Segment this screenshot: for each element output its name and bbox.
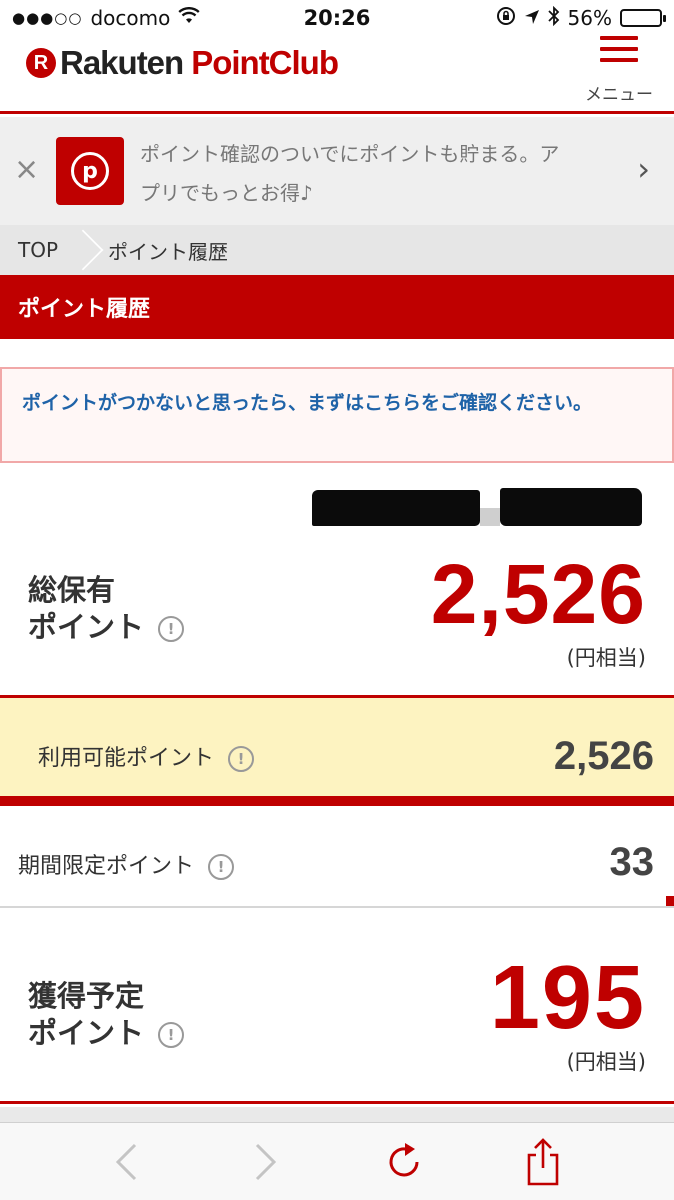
reload-icon[interactable] — [380, 1137, 430, 1187]
expected-points-unit: (円相当) — [566, 1050, 646, 1074]
share-icon[interactable] — [518, 1137, 568, 1187]
browser-toolbar — [0, 1122, 674, 1200]
chevron-right-icon[interactable]: › — [637, 153, 650, 185]
info-icon[interactable]: ! — [208, 854, 235, 880]
usable-points-label: 利用可能ポイント! — [38, 740, 255, 772]
wifi-icon — [178, 6, 200, 30]
back-icon[interactable] — [102, 1137, 152, 1187]
site-header: R Rakuten PointClub メニュー — [0, 36, 674, 114]
row-marker — [666, 896, 674, 906]
redacted-user-info — [312, 488, 642, 528]
info-icon[interactable]: ! — [158, 1022, 185, 1048]
rakuten-pointclub-logo[interactable]: R Rakuten PointClub — [26, 44, 339, 82]
bluetooth-icon — [547, 5, 560, 31]
location-icon — [524, 6, 540, 30]
expected-points-label: 獲得予定 ポイント! — [28, 978, 185, 1052]
section-divider — [0, 1107, 674, 1122]
hamburger-icon — [600, 36, 638, 62]
status-right: 56% — [496, 5, 666, 31]
carrier-name: docomo — [90, 6, 171, 30]
forward-icon[interactable] — [240, 1137, 290, 1187]
status-left: ●●●○○ docomo — [12, 6, 200, 30]
signal-icon: ●●●○○ — [12, 9, 83, 27]
total-points-label: 総保有 ポイント! — [28, 572, 185, 646]
status-bar: ●●●○○ docomo 20:26 56% — [0, 0, 674, 36]
info-icon[interactable]: ! — [158, 616, 185, 642]
app-icon-letter: p — [71, 152, 109, 190]
total-points-value: 2,526 — [430, 547, 646, 641]
limited-points-value: 33 — [609, 840, 655, 884]
menu-label: メニュー — [585, 85, 653, 105]
points-help-link[interactable]: ポイントがつかないと思ったら、まずはこちらをご確認ください。 — [0, 367, 674, 463]
expected-points-section: 獲得予定 ポイント! 195 (円相当) — [0, 908, 674, 1104]
battery-percent: 56% — [567, 6, 612, 30]
usable-points-value: 2,526 — [553, 734, 654, 778]
app-banner-text: ポイント確認のついでにポイントも貯まる。アプリでもっとお得♪ — [140, 142, 560, 205]
logo-pointclub-text: PointClub — [191, 44, 339, 81]
total-points-unit: (円相当) — [566, 646, 646, 670]
logo-rakuten-text: Rakuten — [60, 44, 184, 81]
close-icon[interactable]: × — [14, 155, 39, 185]
limited-points-row: 期間限定ポイント! 33 — [0, 816, 674, 908]
usable-points-row: 利用可能ポイント! 2,526 — [0, 698, 674, 806]
app-banner[interactable]: × p ポイント確認のついでにポイントも貯まる。アプリでもっとお得♪ › — [0, 117, 674, 225]
page-title: ポイント履歴 — [0, 275, 674, 339]
breadcrumb-current: ポイント履歴 — [108, 239, 229, 264]
rakuten-r-mark: R — [26, 48, 56, 78]
expected-points-value: 195 — [489, 948, 646, 1048]
rotation-lock-icon — [496, 6, 516, 31]
pointclub-app-icon: p — [56, 137, 124, 205]
breadcrumb-separator-icon — [76, 225, 92, 275]
breadcrumb: TOP ポイント履歴 — [0, 225, 674, 275]
limited-points-label: 期間限定ポイント! — [18, 848, 235, 880]
total-points-section: 総保有 ポイント! 2,526 (円相当) — [0, 540, 674, 698]
battery-icon — [620, 9, 666, 27]
menu-button[interactable]: メニュー — [584, 36, 654, 108]
info-icon[interactable]: ! — [228, 746, 255, 772]
